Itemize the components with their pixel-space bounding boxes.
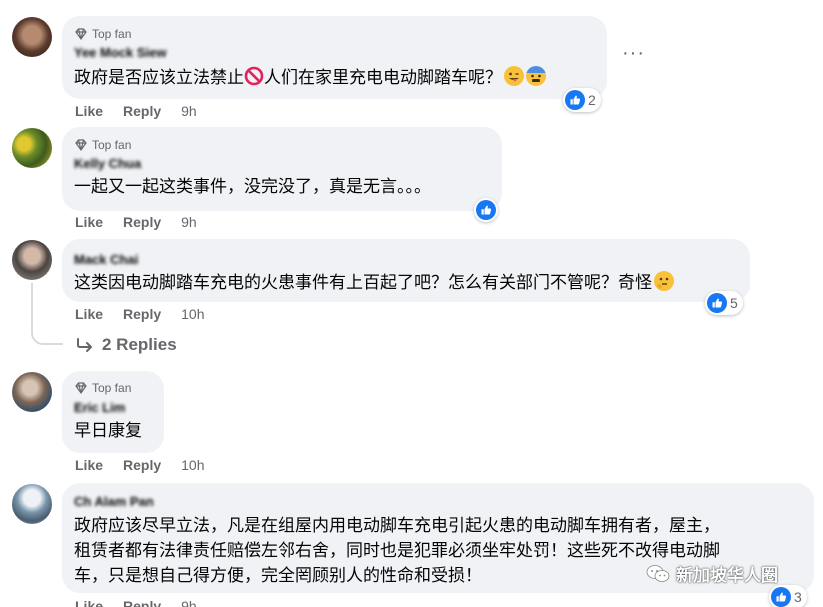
like-button[interactable]: Like xyxy=(75,457,103,473)
timestamp[interactable]: 9h xyxy=(181,103,197,119)
avatar[interactable] xyxy=(12,17,52,57)
reply-button[interactable]: Reply xyxy=(123,457,161,473)
wechat-icon xyxy=(646,564,670,582)
comment-actions: Like Reply 9h xyxy=(75,214,197,230)
thinking-face-emoji xyxy=(654,271,674,291)
watermark: 新加坡华人圈 xyxy=(646,561,778,586)
comment-bubble: Top fan Yee Mock Siew 政府是否应该立法禁止 人们在家里充电电… xyxy=(62,16,607,99)
thread-connector xyxy=(31,283,63,345)
comment-bubble: Top fan Eric Lim 早日康复 xyxy=(62,371,164,453)
reply-button[interactable]: Reply xyxy=(123,598,161,607)
timestamp[interactable]: 9h xyxy=(181,598,197,607)
comment-actions: Like Reply 10h xyxy=(75,457,205,473)
timestamp[interactable]: 10h xyxy=(181,306,204,322)
reply-button[interactable]: Reply xyxy=(123,103,161,119)
comment-author[interactable]: Yee Mock Siew xyxy=(74,44,595,61)
comment-author[interactable]: Ch Alam Pan xyxy=(74,493,802,510)
avatar[interactable] xyxy=(12,128,52,168)
avatar[interactable] xyxy=(12,240,52,280)
reaction-count[interactable] xyxy=(474,198,498,222)
reaction-count[interactable]: 2 xyxy=(563,88,601,112)
timestamp[interactable]: 9h xyxy=(181,214,197,230)
thumbs-up-icon xyxy=(707,293,727,313)
reaction-count[interactable]: 5 xyxy=(705,291,743,315)
view-replies-link[interactable]: 2 Replies xyxy=(76,335,177,355)
comment-text: 早日康复 xyxy=(74,421,142,440)
reply-arrow-icon xyxy=(77,338,92,352)
diamond-icon xyxy=(75,382,87,395)
like-button[interactable]: Like xyxy=(75,306,103,322)
like-button[interactable]: Like xyxy=(75,598,103,607)
thumbs-up-icon xyxy=(476,200,496,220)
comment-text: 政府是否应该立法禁止 人们在家里充电电动脚踏车呢？ xyxy=(74,65,595,90)
comment-bubble: Mack Chai 这类因电动脚踏车充电的火患事件有上百起了吧？怎么有关部门不管… xyxy=(62,239,750,302)
more-options-icon[interactable]: ··· xyxy=(622,43,645,63)
avatar[interactable] xyxy=(12,372,52,412)
comment-actions: Like Reply 9h xyxy=(75,103,197,119)
winking-tongue-emoji xyxy=(504,66,524,86)
comment-author[interactable]: Mack Chai xyxy=(74,251,738,268)
timestamp[interactable]: 10h xyxy=(181,457,204,473)
comment-actions: Like Reply 9h xyxy=(75,598,197,607)
top-fan-badge: Top fan xyxy=(74,380,152,396)
anxious-sweat-emoji xyxy=(526,66,546,86)
like-button[interactable]: Like xyxy=(75,103,103,119)
diamond-icon xyxy=(75,139,87,152)
comment-text: 这类因电动脚踏车充电的火患事件有上百起了吧？怎么有关部门不管呢？奇怪 xyxy=(74,270,738,295)
like-button[interactable]: Like xyxy=(75,214,103,230)
reply-button[interactable]: Reply xyxy=(123,306,161,322)
reaction-count[interactable]: 3 xyxy=(769,585,807,607)
top-fan-badge: Top fan xyxy=(74,26,595,42)
comment-text: 一起又一起这类事件，没完没了，真是无言。。。 xyxy=(74,177,431,196)
comment-actions: Like Reply 10h xyxy=(75,306,205,322)
reply-button[interactable]: Reply xyxy=(123,214,161,230)
prohibited-icon xyxy=(244,66,264,86)
comment-bubble: Top fan Kelly Chua 一起又一起这类事件，没完没了，真是无言。。… xyxy=(62,127,502,211)
top-fan-badge: Top fan xyxy=(74,137,490,153)
diamond-icon xyxy=(75,28,87,41)
comment-author[interactable]: Eric Lim xyxy=(74,399,152,416)
comment-author[interactable]: Kelly Chua xyxy=(74,155,490,172)
thumbs-up-icon xyxy=(565,90,585,110)
thumbs-up-icon xyxy=(771,587,791,607)
avatar[interactable] xyxy=(12,484,52,524)
